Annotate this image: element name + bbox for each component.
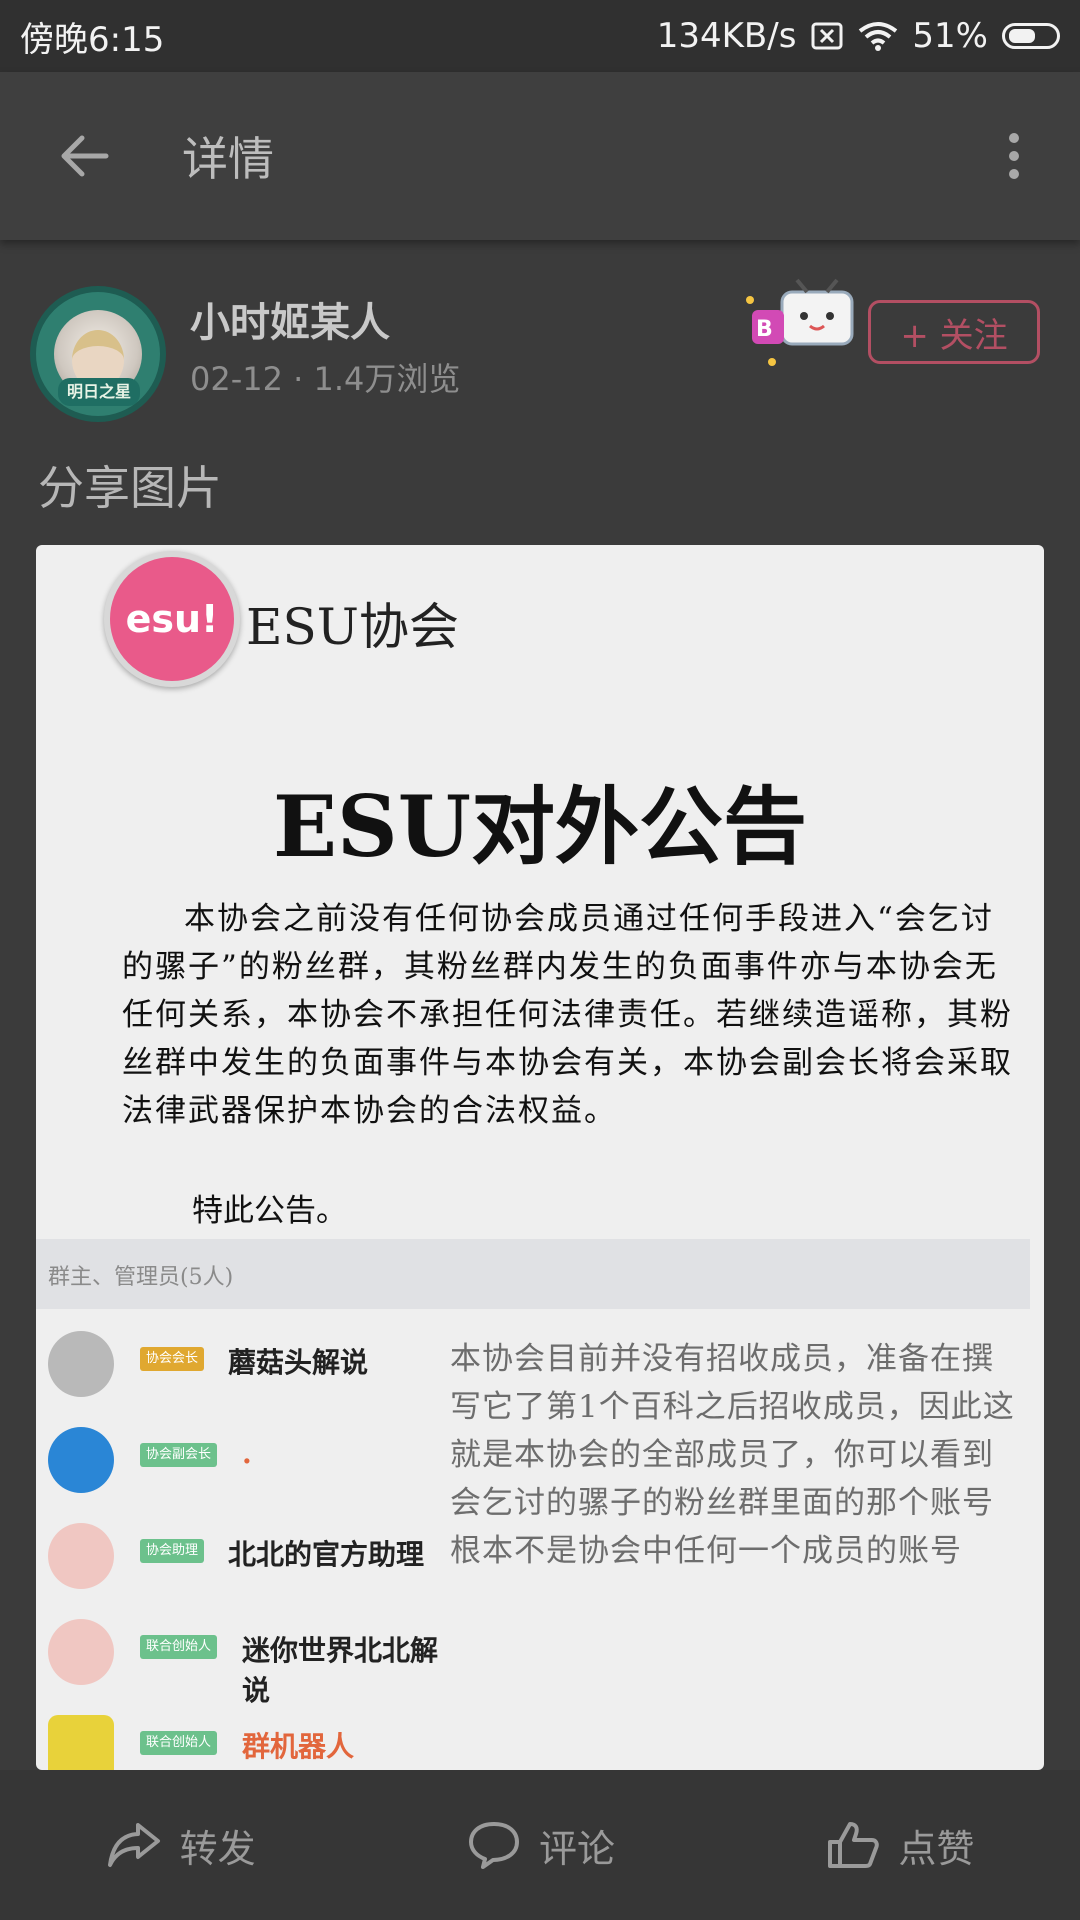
member-name: 群机器人	[242, 1730, 355, 1763]
share-icon	[107, 1823, 160, 1867]
member-role-tag: 协会助理	[140, 1539, 205, 1563]
like-button[interactable]: 点赞	[826, 1818, 974, 1873]
member-avatar	[48, 1427, 114, 1493]
avatar-badge: 明日之星	[58, 378, 140, 406]
network-speed: 134KB/s	[656, 16, 797, 56]
svg-text:B: B	[756, 317, 773, 342]
member-row: 联合创始人 群机器人	[36, 1709, 456, 1770]
esu-logo: esu!	[104, 551, 240, 687]
like-label: 点赞	[898, 1826, 975, 1871]
member-name: .	[242, 1437, 252, 1470]
bilibili-tv-sticker-icon: B	[746, 278, 854, 366]
author-row: 明日之星 小时姬某人 02-12 · 1.4万浏览 B + 关注	[0, 270, 1080, 422]
status-time: 傍晚6:15	[20, 19, 165, 60]
thumbs-up-icon	[828, 1822, 880, 1868]
more-vertical-icon	[1009, 133, 1019, 179]
member-avatar	[48, 1331, 114, 1397]
status-right: 134KB/s 51%	[657, 16, 1060, 56]
announcement-body: 本协会之前没有任何协会成员通过任何手段进入“会乞讨的骡子”的粉丝群，其粉丝群内发…	[122, 901, 1013, 1129]
member-name: 迷你世界北北解说	[242, 1634, 439, 1707]
page-title: 详情	[182, 132, 274, 186]
side-note: 本协会目前并没有招收成员，准备在撰写它了第1个百科之后招收成员，因此这就是本协会…	[450, 1341, 1015, 1569]
post-meta: 02-12 · 1.4万浏览	[190, 360, 461, 398]
member-row: 协会副会长 .	[36, 1421, 456, 1511]
comment-icon	[468, 1822, 519, 1869]
member-row: 联合创始人 迷你世界北北解说	[36, 1613, 456, 1707]
share-button[interactable]: 转发	[106, 1818, 256, 1873]
member-role-tag: 协会副会长	[140, 1443, 218, 1467]
back-button[interactable]	[36, 108, 132, 204]
member-avatar	[48, 1715, 114, 1770]
announcement-sign: 特此公告。	[192, 1193, 347, 1229]
member-row: 协会助理 北北的官方助理	[36, 1517, 456, 1607]
post-caption: 分享图片	[38, 461, 222, 515]
sim-off-icon	[810, 21, 844, 51]
member-name: 北北的官方助理	[228, 1538, 425, 1571]
shared-image[interactable]: esu! ESU协会 ESU对外公告 本协会之前没有任何协会成员通过任何手段进入…	[36, 545, 1044, 1770]
member-avatar	[48, 1619, 114, 1685]
wifi-icon	[858, 21, 898, 51]
share-label: 转发	[179, 1826, 256, 1871]
comment-button[interactable]: 评论	[467, 1818, 615, 1873]
author-name[interactable]: 小时姬某人	[190, 290, 390, 348]
org-name: ESU协会	[246, 598, 459, 656]
group-admin-header: 群主、管理员(5人)	[36, 1239, 1030, 1309]
bottom-action-bar: 转发 评论 点赞	[0, 1770, 1080, 1920]
member-role-tag: 联合创始人	[140, 1635, 218, 1659]
member-role-tag: 协会会长	[140, 1347, 205, 1371]
announcement-title: ESU对外公告	[273, 777, 807, 876]
battery-icon	[1002, 23, 1060, 49]
member-avatar	[48, 1523, 114, 1589]
battery-percent: 51%	[912, 16, 988, 56]
app-bar: 详情	[0, 72, 1080, 240]
group-admin-label: 群主、管理员(5人)	[48, 1265, 234, 1290]
more-options-button[interactable]	[984, 108, 1044, 204]
comment-label: 评论	[538, 1826, 615, 1871]
member-role-tag: 联合创始人	[140, 1731, 218, 1755]
back-arrow-icon	[61, 135, 109, 177]
status-bar: 傍晚6:15 134KB/s 51%	[0, 0, 1080, 72]
follow-button[interactable]: + 关注	[868, 300, 1040, 364]
member-row: 协会会长 蘑菇头解说	[36, 1325, 456, 1415]
member-name: 蘑菇头解说	[228, 1346, 369, 1379]
